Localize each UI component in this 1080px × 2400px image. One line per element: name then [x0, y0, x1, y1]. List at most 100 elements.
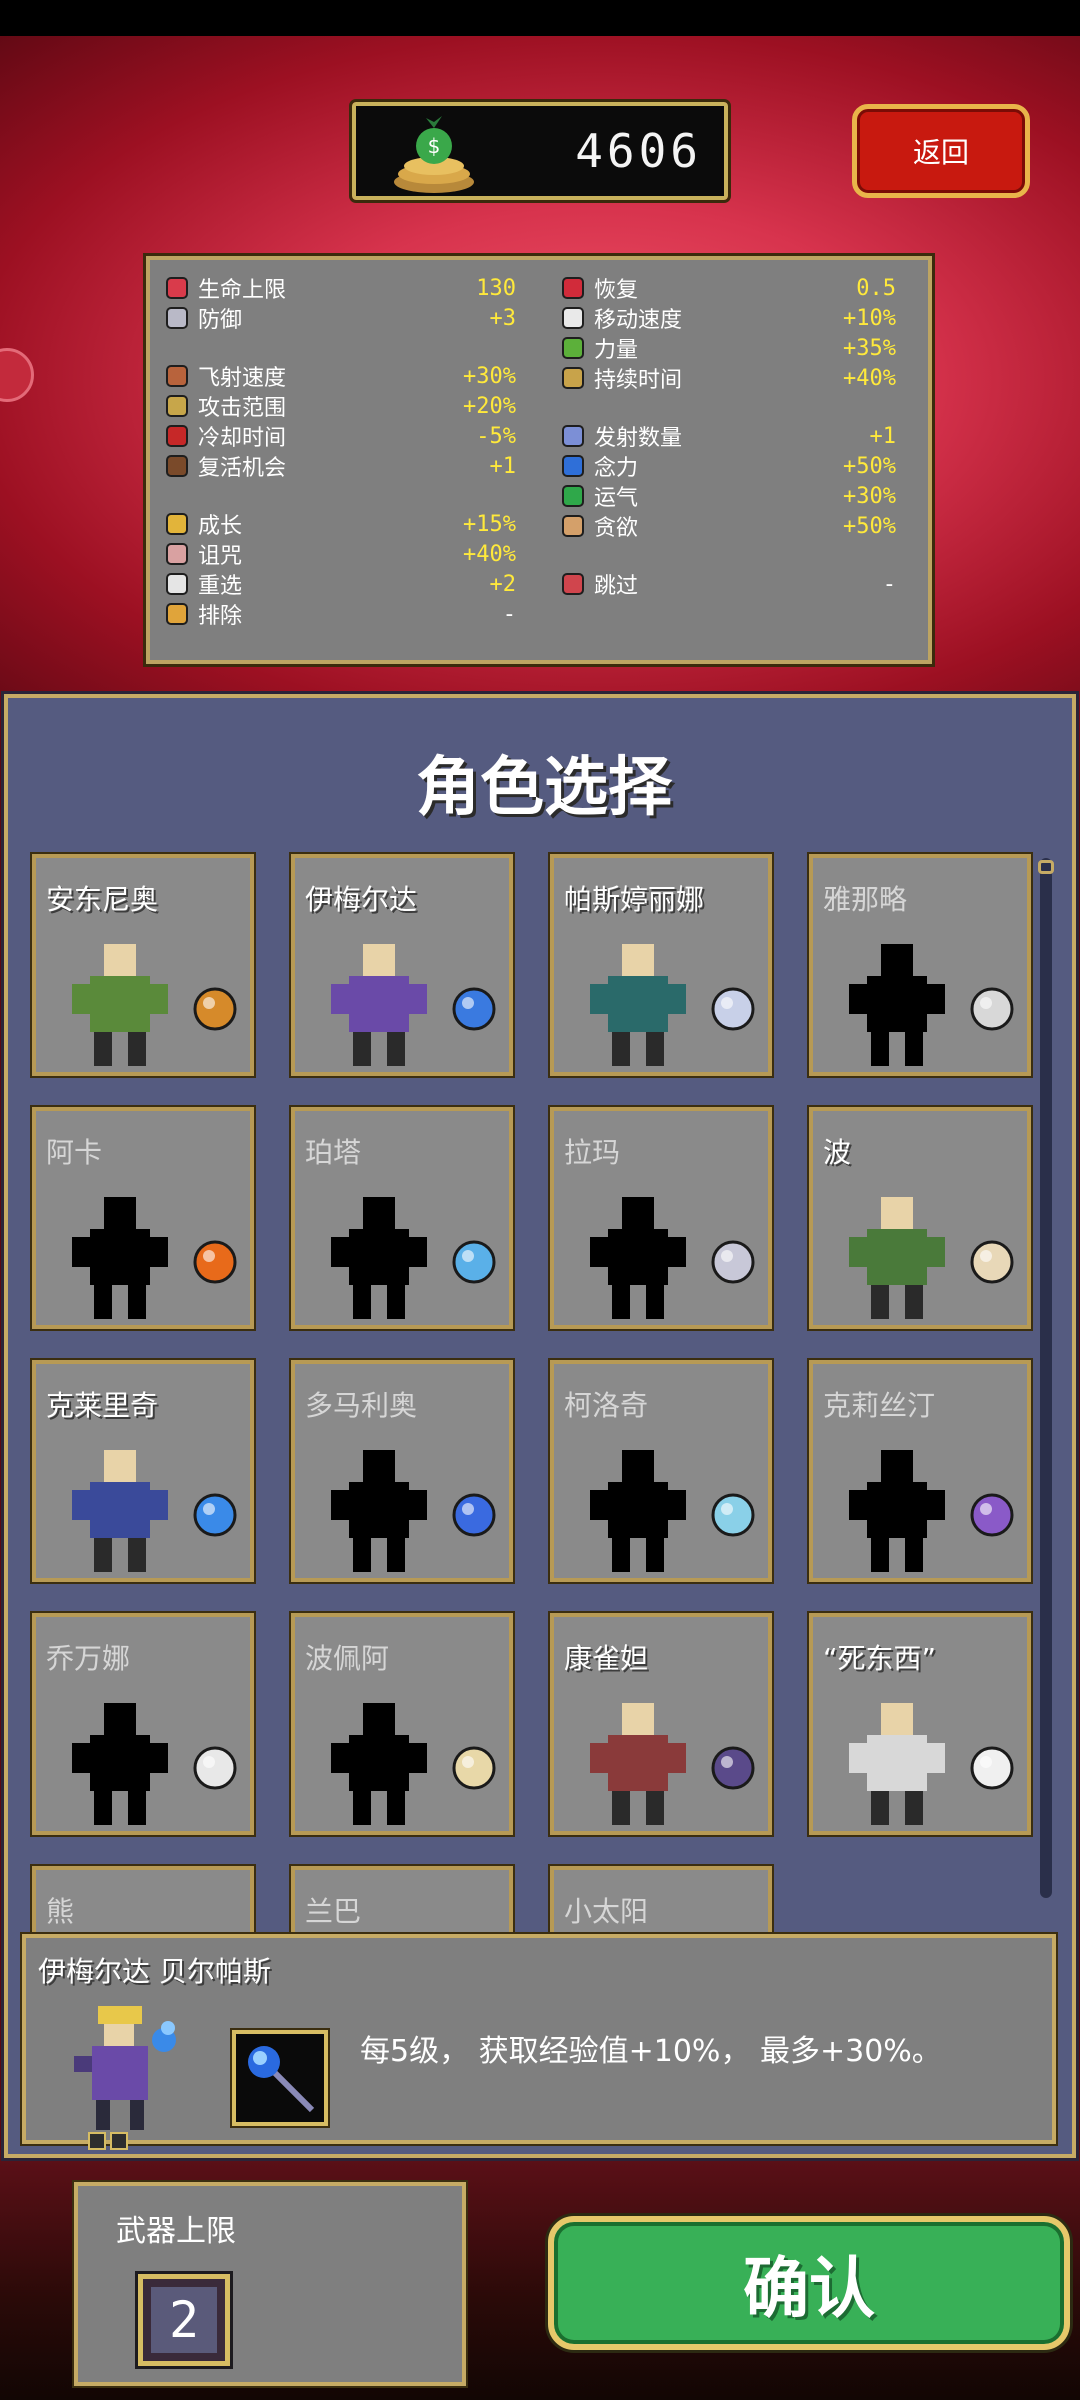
character-card[interactable]: 阿卡 [30, 1105, 256, 1331]
dice-icon [164, 571, 190, 597]
character-sprite [849, 1197, 945, 1319]
stats-panel: 生命上限 130 防御 +3 飞射速度 +30% 攻击范围 +20% 冷却时间 -5% 复活机会 +1… [143, 253, 935, 667]
character-sprite [72, 944, 168, 1066]
holy-water-icon [193, 1493, 237, 1537]
character-name: 拉玛 [564, 1136, 621, 1169]
stat-value: +20% [463, 393, 516, 419]
scrollbar[interactable] [1040, 858, 1052, 1898]
whip-icon [193, 987, 237, 1031]
character-card[interactable]: 乔万娜 [30, 1611, 256, 1837]
character-card[interactable]: “死东西” [807, 1611, 1033, 1837]
stat-name: 恢复 [594, 278, 639, 303]
stat-name: 跳过 [594, 574, 639, 599]
stat-row: 生命上限 130 [164, 274, 516, 303]
lightning-ring-icon [452, 1240, 496, 1284]
character-name: 波佩阿 [305, 1642, 390, 1675]
skull-icon [164, 541, 190, 567]
stat-name: 复活机会 [198, 456, 287, 481]
stat-row: 成长 +15% [164, 510, 516, 539]
stat-name: 重选 [198, 574, 243, 599]
character-card[interactable]: 克莱里奇 [30, 1358, 256, 1584]
character-card[interactable]: 克莉丝汀 [807, 1358, 1033, 1584]
svg-text:$: $ [428, 134, 441, 158]
character-card[interactable]: 康雀妲 [548, 1611, 774, 1837]
page-dot [88, 2132, 106, 2150]
stat-name: 飞射速度 [198, 366, 287, 391]
stat-name: 贪欲 [594, 516, 639, 541]
confirm-button[interactable]: 确认 [548, 2216, 1070, 2350]
page-title: 角色选择 [416, 751, 672, 825]
character-card[interactable]: 伊梅尔达 [289, 852, 515, 1078]
spinach-icon [560, 335, 586, 361]
scrollbar-thumb[interactable] [1038, 860, 1054, 874]
stat-value: +1 [489, 453, 517, 479]
starting-weapon-slot [230, 2028, 330, 2128]
stat-name: 持续时间 [594, 368, 683, 393]
character-name: 克莱里奇 [46, 1389, 159, 1422]
character-name: 小太阳 [564, 1895, 649, 1928]
back-button[interactable]: 返回 [852, 104, 1030, 198]
page-dot [110, 2132, 128, 2150]
stat-value: +30% [843, 483, 896, 509]
character-card[interactable]: 珀塔 [289, 1105, 515, 1331]
stat-row: 复活机会 +1 [164, 452, 517, 481]
locked-character-silhouette [72, 1703, 168, 1825]
stat-value: +40% [843, 365, 896, 391]
stat-value: +10% [843, 305, 896, 331]
stat-name: 成长 [198, 514, 243, 539]
candelabra-icon [164, 393, 190, 419]
character-name: 雅那略 [823, 883, 908, 916]
character-card[interactable]: 柯洛奇 [548, 1358, 774, 1584]
banish-icon [164, 601, 190, 627]
stat-name: 力量 [594, 338, 639, 363]
locked-character-silhouette [331, 1197, 427, 1319]
clover-icon [560, 483, 586, 509]
stat-value: 0.5 [856, 275, 896, 301]
weapon-limit-label: 武器上限 [116, 2214, 236, 2249]
character-name: 多马利奥 [305, 1389, 418, 1422]
character-card[interactable]: 多马利奥 [289, 1358, 515, 1584]
stat-value: +30% [463, 363, 516, 389]
stat-row: 防御 +3 [164, 304, 516, 333]
magic-wand-icon [248, 2046, 315, 2113]
stat-name: 发射数量 [594, 426, 683, 451]
stat-value: +35% [843, 335, 896, 361]
stat-row: 冷却时间 -5% [164, 422, 516, 451]
character-name: 帕斯婷丽娜 [564, 883, 705, 916]
page-indicator [88, 2132, 128, 2150]
character-card[interactable]: 雅那略 [807, 852, 1033, 1078]
character-full-name: 伊梅尔达 贝尔帕斯 [38, 1955, 271, 1988]
tiragisu-icon [164, 453, 190, 479]
stat-value: +50% [843, 513, 896, 539]
coin-counter: $ 4606 [349, 99, 731, 203]
character-card[interactable]: 安东尼奥 [30, 852, 256, 1078]
magic-wand-icon [452, 987, 496, 1031]
armor-icon [164, 305, 190, 331]
character-card[interactable]: 帕斯婷丽娜 [548, 852, 774, 1078]
character-name: 熊 [46, 1895, 75, 1928]
stat-row: 排除 - [164, 600, 516, 629]
stat-value: +50% [843, 453, 896, 479]
skip-icon [560, 571, 586, 597]
song-of-mana-icon [452, 1746, 496, 1790]
weapon-limit-value: 2 [151, 2287, 217, 2353]
stat-name: 生命上限 [198, 278, 287, 303]
status-bar [0, 0, 1080, 36]
stat-name: 排除 [198, 604, 243, 629]
locked-character-silhouette [849, 1450, 945, 1572]
stat-name: 冷却时间 [198, 426, 287, 451]
locked-character-silhouette [331, 1703, 427, 1825]
stat-row: 移动速度 +10% [560, 304, 896, 333]
character-name: 康雀妲 [564, 1642, 649, 1675]
stat-value: 130 [476, 275, 516, 301]
character-card[interactable]: 波佩阿 [289, 1611, 515, 1837]
character-card[interactable]: 拉玛 [548, 1105, 774, 1331]
character-name: 柯洛奇 [564, 1389, 649, 1422]
character-card[interactable]: 波 [807, 1105, 1033, 1331]
stat-row: 贪欲 +50% [560, 512, 896, 541]
garlic-icon [970, 1240, 1014, 1284]
bone-icon [970, 1746, 1014, 1790]
locked-character-silhouette [72, 1197, 168, 1319]
stat-row: 重选 +2 [164, 570, 516, 599]
stat-name: 防御 [198, 308, 243, 333]
